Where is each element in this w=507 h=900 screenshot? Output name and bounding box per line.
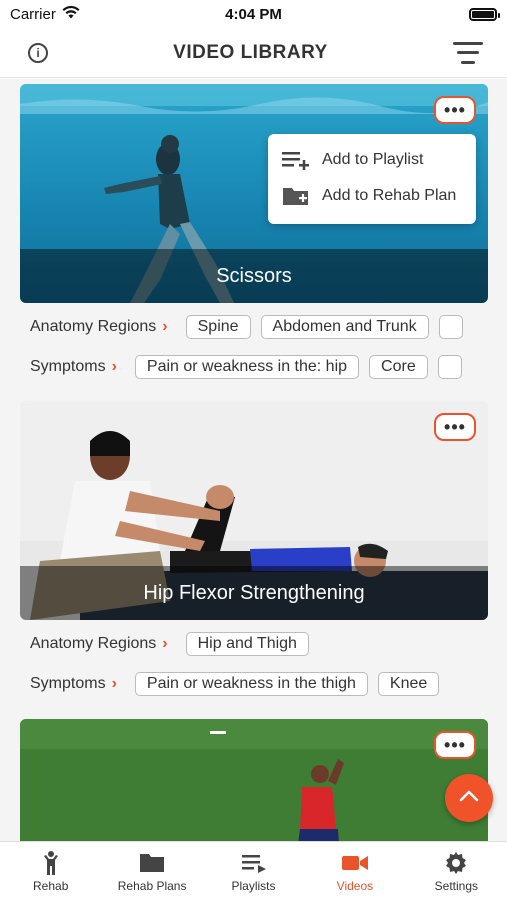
tab-label: Playlists — [231, 879, 276, 893]
tag-chip[interactable]: Pain or weakness in the thigh — [134, 672, 368, 696]
chevron-right-icon[interactable]: › — [112, 358, 117, 376]
info-icon[interactable]: i — [28, 42, 48, 63]
status-time: 4:04 PM — [225, 5, 282, 23]
tag-chip[interactable]: Core — [369, 355, 428, 379]
video-card[interactable]: Scissors ••• Add to Playlist Add to Reha… — [20, 84, 488, 303]
wifi-icon — [62, 5, 80, 23]
tag-chip[interactable]: Abdomen and Trunk — [260, 315, 429, 339]
add-to-rehab-plan-item[interactable]: Add to Rehab Plan — [282, 178, 462, 214]
filter-icon[interactable] — [453, 41, 483, 64]
video-thumbnail[interactable]: ••• — [20, 719, 488, 841]
video-card[interactable]: Hip Flexor Strengthening ••• — [20, 401, 488, 620]
anatomy-regions-row: Anatomy Regions › Hip and Thigh — [30, 632, 507, 656]
anatomy-regions-label: Anatomy Regions — [30, 635, 157, 652]
symptoms-row: Symptoms › Pain or weakness in the: hip … — [30, 355, 507, 379]
symptoms-label: Symptoms — [30, 675, 106, 692]
symptoms-label: Symptoms — [30, 358, 106, 375]
tab-settings[interactable]: Settings — [406, 842, 507, 900]
more-options-button[interactable]: ••• — [434, 413, 476, 441]
tab-label: Settings — [434, 879, 478, 893]
video-title: Hip Flexor Strengthening — [20, 566, 488, 620]
battery-icon — [469, 7, 500, 21]
app-header: i VIDEO LIBRARY — [0, 28, 507, 78]
playlist-icon — [241, 851, 266, 875]
chevron-right-icon[interactable]: › — [112, 675, 117, 693]
video-title: Scissors — [20, 249, 488, 303]
tab-rehab[interactable]: Rehab — [0, 842, 101, 900]
chevron-right-icon[interactable]: › — [162, 635, 167, 653]
tag-chip[interactable]: Pain or weakness in the: hip — [134, 355, 360, 379]
video-card[interactable]: ••• — [20, 719, 488, 841]
tag-chip[interactable] — [437, 355, 462, 379]
tab-rehab-plans[interactable]: Rehab Plans — [101, 842, 202, 900]
video-camera-icon — [341, 851, 368, 875]
more-options-button[interactable]: ••• — [434, 731, 476, 759]
folder-icon — [139, 851, 165, 875]
more-options-button[interactable]: ••• — [434, 96, 476, 124]
page-title: VIDEO LIBRARY — [173, 41, 328, 63]
person-icon — [40, 851, 62, 875]
bottom-tab-bar: Rehab Rehab Plans Playlists Videos Setti… — [0, 841, 507, 900]
video-thumbnail[interactable]: Hip Flexor Strengthening ••• — [20, 401, 488, 620]
symptoms-row: Symptoms › Pain or weakness in the thigh… — [30, 672, 507, 696]
playlist-add-icon — [282, 149, 310, 171]
chevron-right-icon[interactable]: › — [162, 318, 167, 336]
anatomy-regions-row: Anatomy Regions › Spine Abdomen and Trun… — [30, 315, 507, 339]
folder-add-icon — [282, 185, 310, 207]
tag-chip[interactable]: Spine — [185, 315, 251, 339]
tab-videos[interactable]: Videos — [304, 842, 405, 900]
add-to-playlist-label: Add to Playlist — [322, 151, 424, 168]
video-thumbnail[interactable]: Scissors ••• Add to Playlist Add to Reha… — [20, 84, 488, 303]
add-to-rehab-plan-label: Add to Rehab Plan — [322, 187, 457, 204]
scroll-to-top-button[interactable] — [445, 774, 493, 822]
add-to-playlist-item[interactable]: Add to Playlist — [282, 142, 462, 178]
tab-playlists[interactable]: Playlists — [203, 842, 304, 900]
tag-chip[interactable]: Hip and Thigh — [185, 632, 309, 656]
chevron-up-icon — [459, 789, 479, 807]
status-bar: Carrier 4:04 PM — [0, 0, 507, 28]
tab-label: Rehab — [33, 879, 69, 893]
options-menu: Add to Playlist Add to Rehab Plan — [268, 134, 476, 224]
video-list[interactable]: Scissors ••• Add to Playlist Add to Reha… — [0, 79, 507, 841]
tab-label: Videos — [336, 879, 374, 893]
carrier-label: Carrier — [10, 5, 56, 23]
tag-chip[interactable] — [438, 315, 463, 339]
tab-label: Rehab Plans — [117, 879, 187, 893]
anatomy-regions-label: Anatomy Regions — [30, 318, 157, 335]
gear-icon — [444, 851, 468, 875]
tag-chip[interactable]: Knee — [377, 672, 440, 696]
